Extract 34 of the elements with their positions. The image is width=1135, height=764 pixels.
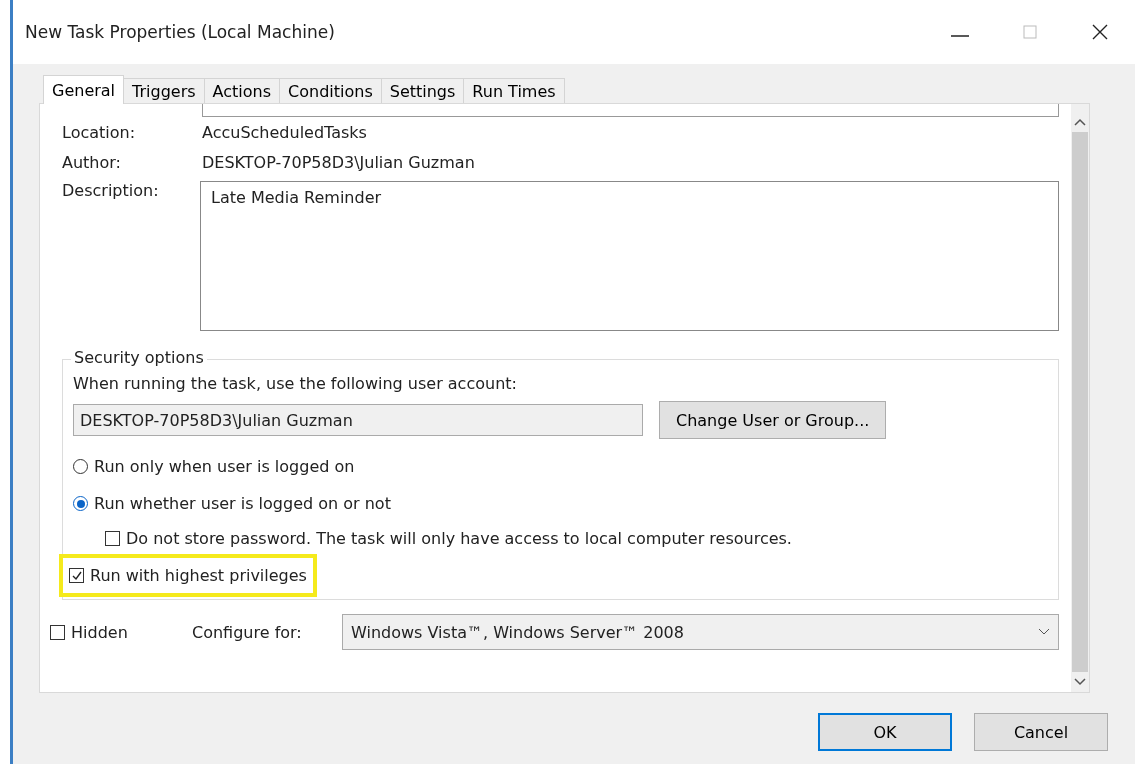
dialog-button[interactable]: OK [818,713,952,751]
window-title: New Task Properties (Local Machine) [25,22,335,42]
scrollbar-thumb[interactable] [1072,132,1088,672]
checkbox[interactable] [69,568,84,583]
prompt-text: When running the task, use the following user account: [73,374,518,393]
name-field[interactable] [202,104,1059,117]
description-field[interactable]: Late Media Reminder [200,181,1059,331]
checkbox-label[interactable]: Hidden [71,622,128,642]
field-label: Configure for: [192,622,303,642]
checkbox[interactable] [105,531,120,546]
account-field[interactable]: DESKTOP-70P58D3\Julian Guzman [73,404,643,436]
configure-dropdown[interactable]: Windows Vista™, Windows Server™ 2008 [342,614,1059,650]
group-legend: Security options [71,348,207,367]
change-user-button[interactable]: Change User or Group... [659,401,887,439]
dialog-button[interactable]: Cancel [974,713,1108,751]
checkbox-label[interactable]: Run with highest privileges [90,566,307,585]
scroll-down-icon[interactable] [1074,678,1086,686]
scrollbar[interactable] [1071,104,1089,692]
tab[interactable]: Run Times [463,78,565,103]
tab[interactable]: Triggers [123,78,205,103]
scroll-up-icon[interactable] [1074,118,1086,126]
tab[interactable]: Settings [380,78,465,103]
field-value: DESKTOP-70P58D3\Julian Guzman [202,152,475,172]
radio-label[interactable]: Run whether user is logged on or not [94,494,391,513]
chevron-down-icon [1038,628,1050,636]
checkbox[interactable] [50,624,65,640]
radio-label[interactable]: Run only when user is logged on [94,457,355,476]
checkbox-label[interactable]: Do not store password. The task will only have access to local computer resources. [126,529,792,548]
close-icon[interactable] [1092,24,1108,40]
tab[interactable]: General [43,75,125,104]
field-label: Location: [62,122,137,142]
field-label: Author: [62,152,122,172]
field-label: Description: [62,181,160,200]
field-value: AccuScheduledTasks [202,122,367,142]
